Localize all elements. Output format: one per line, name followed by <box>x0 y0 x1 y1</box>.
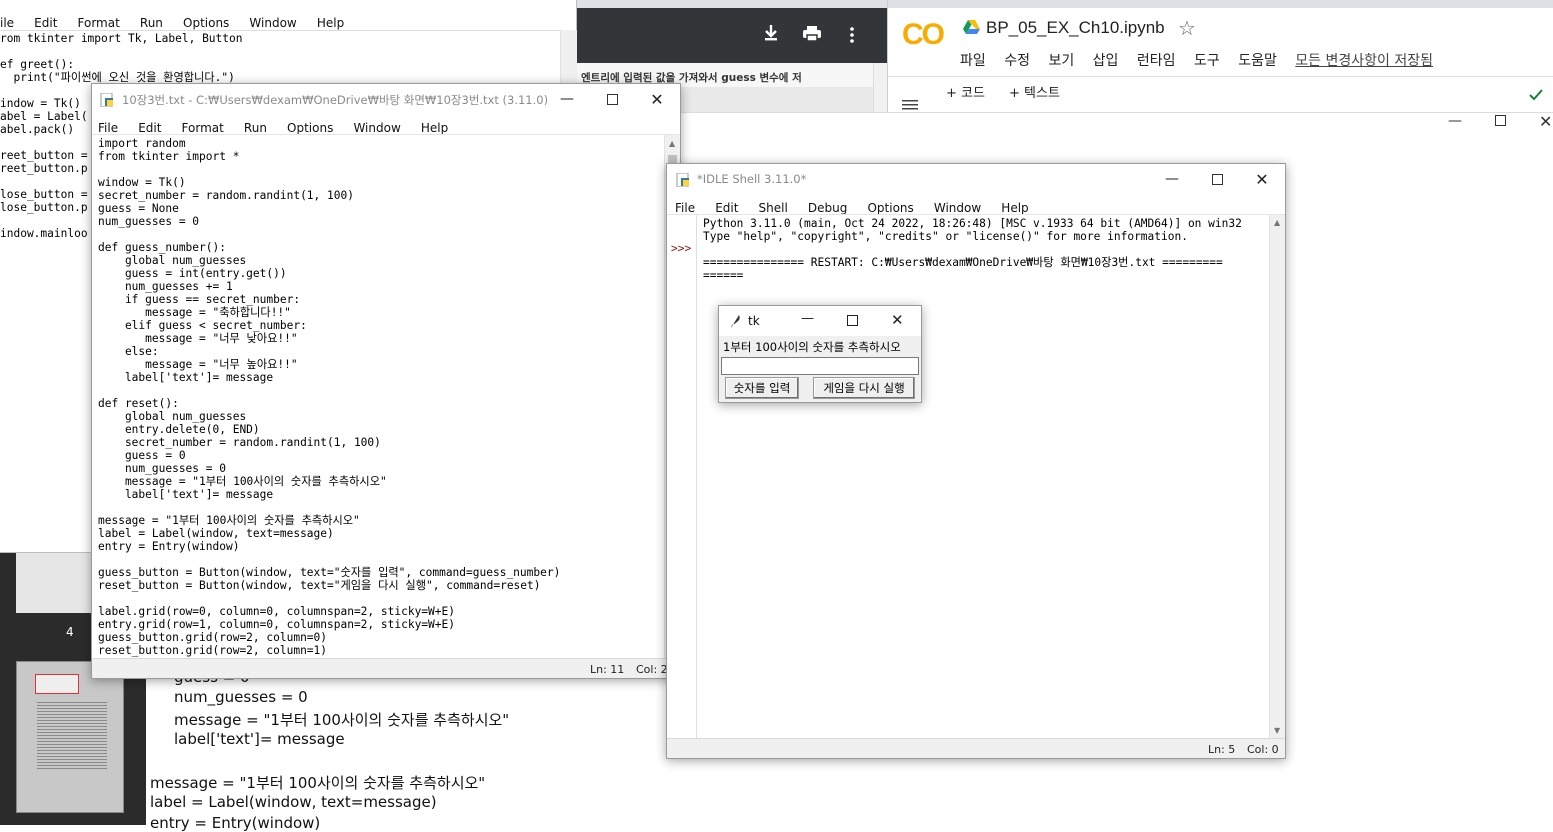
shell-sidebar: >>> <box>667 215 697 738</box>
menu-window[interactable]: Window <box>353 121 400 135</box>
close-icon[interactable]: ✕ <box>634 84 680 114</box>
add-text-button[interactable]: + 텍스트 <box>1009 82 1060 101</box>
tk-window[interactable]: tk — ✕ 1부터 100사이의 숫자를 추측하시오 숫자를 입력 게임을 다… <box>718 305 922 403</box>
menu-shell[interactable]: Shell <box>759 201 788 215</box>
colab-logo[interactable]: CO <box>902 18 945 52</box>
editor-window[interactable]: 10장3번.txt - C:₩Users₩dexam₩OneDrive₩바탕 화… <box>91 83 681 679</box>
colab-menu-runtime[interactable]: 런타임 <box>1137 53 1176 69</box>
table-of-contents-icon[interactable] <box>902 96 918 110</box>
menu-options[interactable]: Options <box>183 16 229 30</box>
colab-menu-help[interactable]: 도움말 <box>1238 53 1277 69</box>
colab-menu-view[interactable]: 보기 <box>1048 53 1074 69</box>
menu-run[interactable]: Run <box>244 121 267 135</box>
colab-menu-edit[interactable]: 수정 <box>1004 53 1030 69</box>
shell-title: *IDLE Shell 3.11.0* <box>697 172 807 186</box>
menu-options[interactable]: Options <box>867 201 913 215</box>
tk-title: tk <box>748 314 760 328</box>
editor-code[interactable]: import random from tkinter import * wind… <box>98 137 664 657</box>
menu-window[interactable]: Window <box>249 16 296 30</box>
maximize-icon[interactable] <box>1495 115 1506 126</box>
doc-line: message = "1부터 100사이의 숫자를 추측하시오" <box>174 711 510 729</box>
doc-line: entry = Entry(window) <box>150 814 321 832</box>
menu-format[interactable]: Format <box>78 16 120 30</box>
menu-run[interactable]: Run <box>140 16 163 30</box>
doc-line: num_guesses = 0 <box>174 688 308 706</box>
slide-number: 4 <box>66 625 74 639</box>
minimize-icon[interactable]: — <box>544 84 590 114</box>
python-shell-icon <box>676 172 690 188</box>
shell-titlebar[interactable]: *IDLE Shell 3.11.0* — ✕ <box>667 164 1285 194</box>
colab-menu-file[interactable]: 파일 <box>960 53 986 69</box>
slide-thumbnail-current[interactable] <box>16 661 124 813</box>
editor-column-number: Col: 2 <box>636 663 668 676</box>
close-icon[interactable]: ✕ <box>1539 112 1552 131</box>
shell-window[interactable]: *IDLE Shell 3.11.0* — ✕ File Edit Shell … <box>666 163 1286 759</box>
doc-line: label['text']= message <box>174 730 345 748</box>
shell-prompt: >>> <box>671 242 692 255</box>
save-status-link[interactable]: 모든 변경사항이 저장됨 <box>1295 53 1433 69</box>
tk-titlebar[interactable]: tk — ✕ <box>719 306 921 336</box>
minimize-icon[interactable]: — <box>801 311 814 326</box>
colab-window: CO BP_05_EX_Ch10.ipynb ☆ 파일 수정 보기 삽입 런타임… <box>887 0 1553 112</box>
colab-menu-insert[interactable]: 삽입 <box>1093 53 1119 69</box>
close-icon[interactable]: ✕ <box>891 311 904 329</box>
background-editor-menubar: ile Edit Format Run Options Window Help <box>0 12 359 30</box>
editor-line-number: Ln: 11 <box>590 663 625 676</box>
python-file-icon <box>100 92 114 108</box>
editor-titlebar[interactable]: 10장3번.txt - C:₩Users₩dexam₩OneDrive₩바탕 화… <box>92 84 680 114</box>
checkmark-icon <box>1529 86 1543 101</box>
menu-help[interactable]: Help <box>421 121 448 135</box>
menu-file[interactable]: File <box>675 201 695 215</box>
minimize-icon[interactable]: — <box>1149 164 1195 194</box>
pdf-viewer-toolbar <box>577 0 887 63</box>
shell-column-number: Col: 0 <box>1247 743 1279 756</box>
shell-output[interactable]: Python 3.11.0 (main, Oct 24 2022, 18:26:… <box>703 217 1267 282</box>
menu-help[interactable]: Help <box>1001 201 1028 215</box>
reset-button[interactable]: 게임을 다시 실행 <box>813 377 915 399</box>
shell-line-number: Ln: 5 <box>1208 743 1236 756</box>
shell-statusbar: Ln: 5 Col: 0 <box>667 738 1285 758</box>
more-icon[interactable] <box>849 27 855 43</box>
doc-line: message = "1부터 100사이의 숫자를 추측하시오" <box>150 774 486 792</box>
menu-edit[interactable]: Edit <box>138 121 161 135</box>
shell-scrollbar[interactable]: ▲ ▼ <box>1269 215 1285 738</box>
menu-file[interactable]: File <box>98 121 118 135</box>
maximize-icon[interactable] <box>847 315 858 326</box>
menu-edit[interactable]: Edit <box>34 16 57 30</box>
menu-edit[interactable]: Edit <box>715 201 738 215</box>
menu-options[interactable]: Options <box>287 121 333 135</box>
tk-message-label: 1부터 100사이의 숫자를 추측하시오 <box>723 340 901 354</box>
doc-line: label = Label(window, text=message) <box>150 793 437 811</box>
menu-debug[interactable]: Debug <box>808 201 847 215</box>
print-icon[interactable] <box>803 26 821 42</box>
menu-help[interactable]: Help <box>317 16 344 30</box>
minimize-icon[interactable]: — <box>1448 113 1462 129</box>
menu-format[interactable]: Format <box>182 121 224 135</box>
maximize-icon[interactable] <box>1194 164 1240 194</box>
add-code-button[interactable]: + 코드 <box>946 82 985 101</box>
star-icon[interactable]: ☆ <box>1178 16 1196 40</box>
google-drive-icon[interactable] <box>963 20 980 35</box>
tk-entry[interactable] <box>721 357 919 375</box>
menu-file[interactable]: ile <box>0 16 14 30</box>
menu-window[interactable]: Window <box>934 201 981 215</box>
feather-icon <box>729 313 741 329</box>
notebook-title[interactable]: BP_05_EX_Ch10.ipynb <box>986 18 1165 38</box>
maximize-icon[interactable] <box>589 84 635 114</box>
guess-button[interactable]: 숫자를 입력 <box>725 377 799 399</box>
editor-statusbar: Ln: 11 Col: 2 <box>92 658 680 678</box>
editor-title: 10장3번.txt - C:₩Users₩dexam₩OneDrive₩바탕 화… <box>122 93 549 107</box>
close-icon[interactable]: ✕ <box>1239 164 1285 194</box>
colab-menu-tools[interactable]: 도구 <box>1194 53 1220 69</box>
download-icon[interactable] <box>763 24 779 44</box>
colab-menubar: 파일 수정 보기 삽입 런타임 도구 도움말 모든 변경사항이 저장됨 <box>960 50 1433 70</box>
